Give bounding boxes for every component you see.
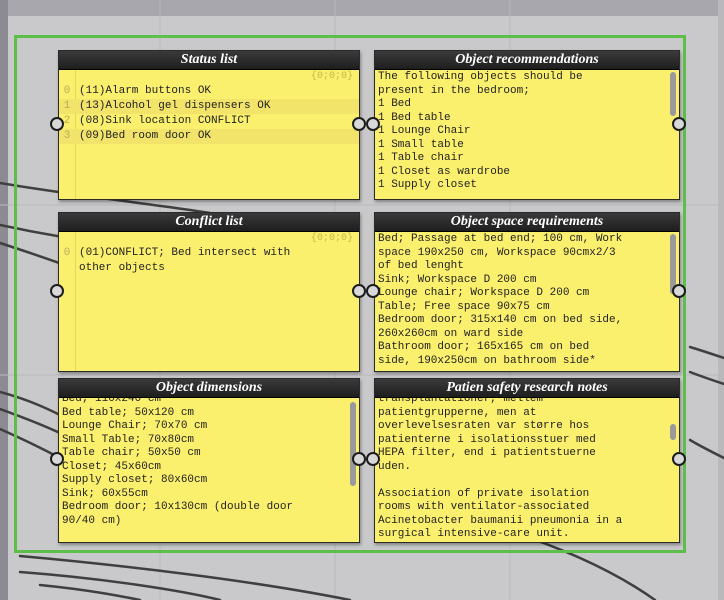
list-item: 0 (01)CONFLICT; Bed intersect with other … — [59, 246, 359, 276]
list-item-text: (01)CONFLICT; Bed intersect with other o… — [79, 247, 291, 274]
conflict-list-title: Conflict list — [59, 213, 359, 232]
conflict-list-rows: 0 (01)CONFLICT; Bed intersect with other … — [59, 246, 359, 276]
list-item-text: (13)Alcohol gel dispensers OK — [79, 100, 271, 112]
status-list-body: {0;0;0} 0 (11)Alarm buttons OK 1 (13)Alcoh… — [59, 70, 359, 199]
list-item: 1 (13)Alcohol gel dispensers OK — [59, 99, 359, 114]
patient-safety-notes-panel[interactable]: Patien safety research notes transplanta… — [374, 378, 680, 543]
list-item-index: 0 — [63, 247, 71, 259]
list-item-text: (08)Sink location CONFLICT — [79, 115, 251, 127]
conflict-list-path: {0;0;0} — [310, 233, 353, 244]
list-item-text: (11)Alarm buttons OK — [79, 85, 212, 97]
patient-safety-notes-text: transplantationer, mellem patientgrupper… — [378, 398, 623, 540]
conflict-list-body: {0;0;0} 0 (01)CONFLICT; Bed intersect wit… — [59, 232, 359, 371]
list-item-text: (09)Bed room door OK — [79, 130, 212, 142]
object-dimensions-title: Object dimensions — [59, 379, 359, 398]
input-grip-icon[interactable] — [366, 452, 380, 466]
object-dimensions-body: Bed; 110x240 cm Bed table; 50x120 cm Lou… — [59, 398, 359, 542]
object-recommendations-title: Object recommendations — [375, 51, 679, 70]
object-space-requirements-text: Bed; Passage at bed end; 100 cm, Work sp… — [378, 233, 623, 367]
status-list-path: {0;0;0} — [310, 71, 353, 82]
scrollbar[interactable] — [670, 424, 676, 440]
status-list-rows: 0 (11)Alarm buttons OK 1 (13)Alcohol gel d… — [59, 84, 359, 144]
output-grip-icon[interactable] — [352, 284, 366, 298]
object-space-requirements-title: Object space requirements — [375, 213, 679, 232]
conflict-list-panel[interactable]: Conflict list {0;0;0} 0 (01)CONFLICT; Bed… — [58, 212, 360, 372]
input-grip-icon[interactable] — [50, 117, 64, 131]
object-space-requirements-panel[interactable]: Object space requirements Bed; Passage a… — [374, 212, 680, 372]
object-space-requirements-body: Bed; Passage at bed end; 100 cm, Work sp… — [375, 232, 679, 371]
input-grip-icon[interactable] — [366, 117, 380, 131]
input-grip-icon[interactable] — [50, 284, 64, 298]
output-grip-icon[interactable] — [672, 452, 686, 466]
list-item-index: 3 — [63, 130, 71, 142]
output-grip-icon[interactable] — [352, 117, 366, 131]
input-grip-icon[interactable] — [50, 452, 64, 466]
object-dimensions-text: Bed; 110x240 cm Bed table; 50x120 cm Lou… — [62, 398, 294, 527]
object-recommendations-panel[interactable]: Object recommendations The following obj… — [374, 50, 680, 200]
list-item-index: 1 — [63, 100, 71, 112]
object-recommendations-text: The following objects should be present … — [378, 71, 583, 191]
list-item: 3 (09)Bed room door OK — [59, 129, 359, 144]
status-list-title: Status list — [59, 51, 359, 70]
output-grip-icon[interactable] — [352, 452, 366, 466]
object-recommendations-body: The following objects should be present … — [375, 70, 679, 199]
patient-safety-notes-title: Patien safety research notes — [375, 379, 679, 398]
scrollbar[interactable] — [350, 402, 356, 486]
output-grip-icon[interactable] — [672, 117, 686, 131]
object-dimensions-panel[interactable]: Object dimensions Bed; 110x240 cm Bed ta… — [58, 378, 360, 543]
grasshopper-canvas[interactable]: Status list {0;0;0} 0 (11)Alarm buttons O… — [0, 0, 724, 600]
list-item: 0 (11)Alarm buttons OK — [59, 84, 359, 99]
output-grip-icon[interactable] — [672, 284, 686, 298]
list-item-index: 0 — [63, 85, 71, 97]
input-grip-icon[interactable] — [366, 284, 380, 298]
patient-safety-notes-body: transplantationer, mellem patientgrupper… — [375, 398, 679, 542]
scrollbar[interactable] — [670, 72, 676, 116]
list-item: 2 (08)Sink location CONFLICT — [59, 114, 359, 129]
status-list-panel[interactable]: Status list {0;0;0} 0 (11)Alarm buttons O… — [58, 50, 360, 200]
